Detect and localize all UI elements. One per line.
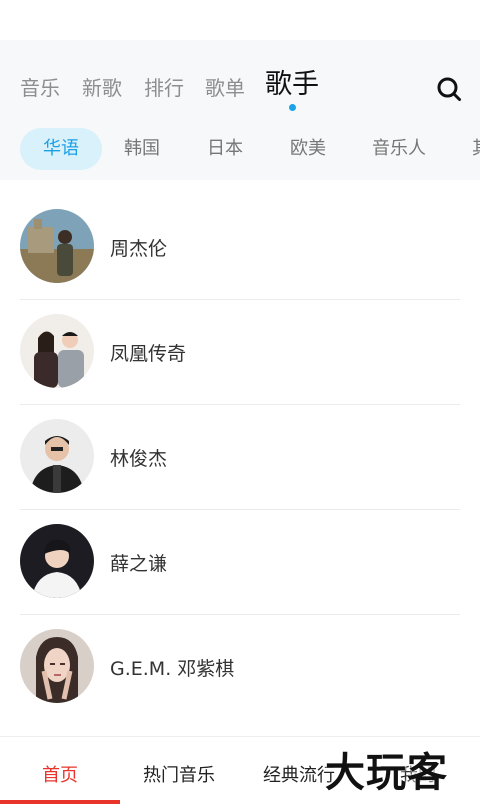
filter-other[interactable]: 其 — [472, 128, 480, 170]
tab-artists[interactable]: 歌手 — [265, 62, 319, 101]
active-tab-indicator — [289, 104, 296, 111]
filter-western[interactable]: 欧美 — [290, 128, 326, 170]
nav-hot-music[interactable]: 热门音乐 — [143, 761, 215, 787]
artist-row[interactable]: G.E.M. 邓紫棋 — [0, 615, 480, 720]
nav-home[interactable]: 首页 — [42, 761, 78, 787]
artist-row[interactable]: 薛之谦 — [0, 510, 480, 615]
artist-name: 周杰伦 — [110, 238, 168, 260]
artist-name: G.E.M. 邓紫棋 — [110, 658, 235, 680]
region-filter-bar: 华语 韩国 日本 欧美 音乐人 其 — [0, 128, 480, 170]
artist-row[interactable]: 林俊杰 — [0, 405, 480, 510]
filter-chinese[interactable]: 华语 — [20, 128, 102, 170]
avatar — [20, 314, 94, 388]
watermark: 大玩客 — [325, 750, 448, 796]
avatar — [20, 629, 94, 703]
artist-row[interactable]: 周杰伦 — [0, 195, 480, 300]
artist-name: 薛之谦 — [110, 553, 168, 575]
avatar — [20, 419, 94, 493]
tab-playlists[interactable]: 歌单 — [205, 72, 245, 101]
tab-new-songs[interactable]: 新歌 — [82, 72, 122, 101]
filter-korea[interactable]: 韩国 — [124, 128, 160, 170]
avatar — [20, 209, 94, 283]
tab-music[interactable]: 音乐 — [20, 72, 60, 101]
active-nav-indicator — [0, 800, 120, 804]
artist-name: 凤凰传奇 — [110, 343, 187, 365]
filter-musicians[interactable]: 音乐人 — [372, 128, 426, 170]
artist-name: 林俊杰 — [110, 448, 168, 470]
tab-charts[interactable]: 排行 — [144, 72, 184, 101]
artist-row[interactable]: 凤凰传奇 — [0, 300, 480, 405]
status-area — [0, 0, 480, 40]
filter-japan[interactable]: 日本 — [207, 128, 243, 170]
avatar — [20, 524, 94, 598]
search-button[interactable] — [436, 76, 462, 102]
search-icon — [437, 77, 461, 101]
top-tab-bar: 音乐 新歌 排行 歌单 歌手 — [0, 60, 480, 110]
